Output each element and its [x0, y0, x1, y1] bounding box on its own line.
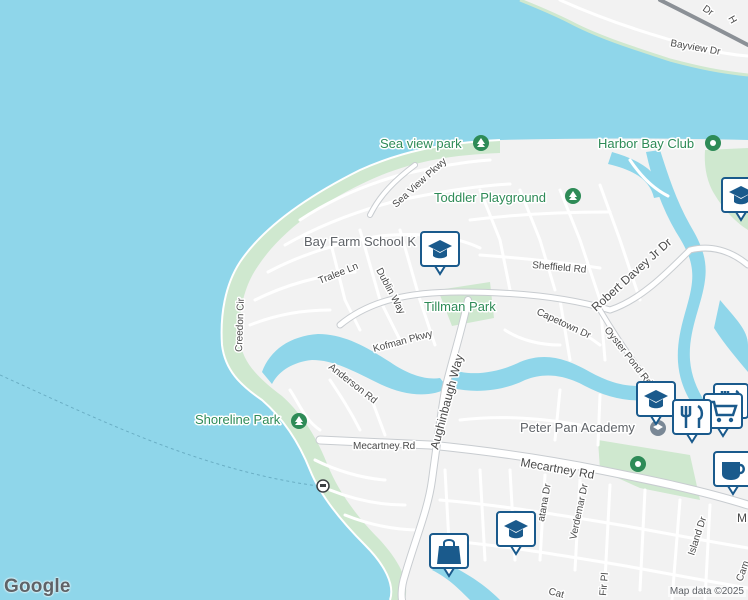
location-pin-icon[interactable]	[705, 135, 721, 151]
google-logo: Google	[4, 576, 71, 597]
street-label-edge-m: M	[737, 511, 747, 525]
park-label-toddler-playground[interactable]: Toddler Playground	[433, 189, 548, 207]
park-label-sea-view[interactable]: Sea view park	[379, 135, 464, 153]
location-pin-icon[interactable]	[630, 456, 646, 472]
tree-icon[interactable]	[291, 413, 307, 429]
tree-icon[interactable]	[565, 188, 581, 204]
street-label-creedon: Creedon Cir	[234, 297, 247, 352]
street-label-mecartney-west: Mecartney Rd	[353, 441, 415, 452]
park-label-tillman[interactable]: Tillman Park	[423, 298, 498, 316]
tree-icon[interactable]	[473, 135, 489, 151]
map-canvas[interactable]: Sea view park Harbor Bay Club Toddler Pl…	[0, 0, 748, 600]
ferry-icon[interactable]	[316, 479, 330, 493]
poi-label-peter-pan-academy[interactable]: Peter Pan Academy	[519, 419, 637, 437]
map-attribution[interactable]: Map data ©2025	[667, 586, 746, 597]
street-label-fir: Fir Pl	[598, 572, 611, 596]
park-label-shoreline[interactable]: Shoreline Park	[194, 411, 283, 429]
poi-label-bay-farm-school[interactable]: Bay Farm School K	[303, 233, 418, 251]
park-label-harbor-bay-club[interactable]: Harbor Bay Club	[597, 135, 696, 153]
